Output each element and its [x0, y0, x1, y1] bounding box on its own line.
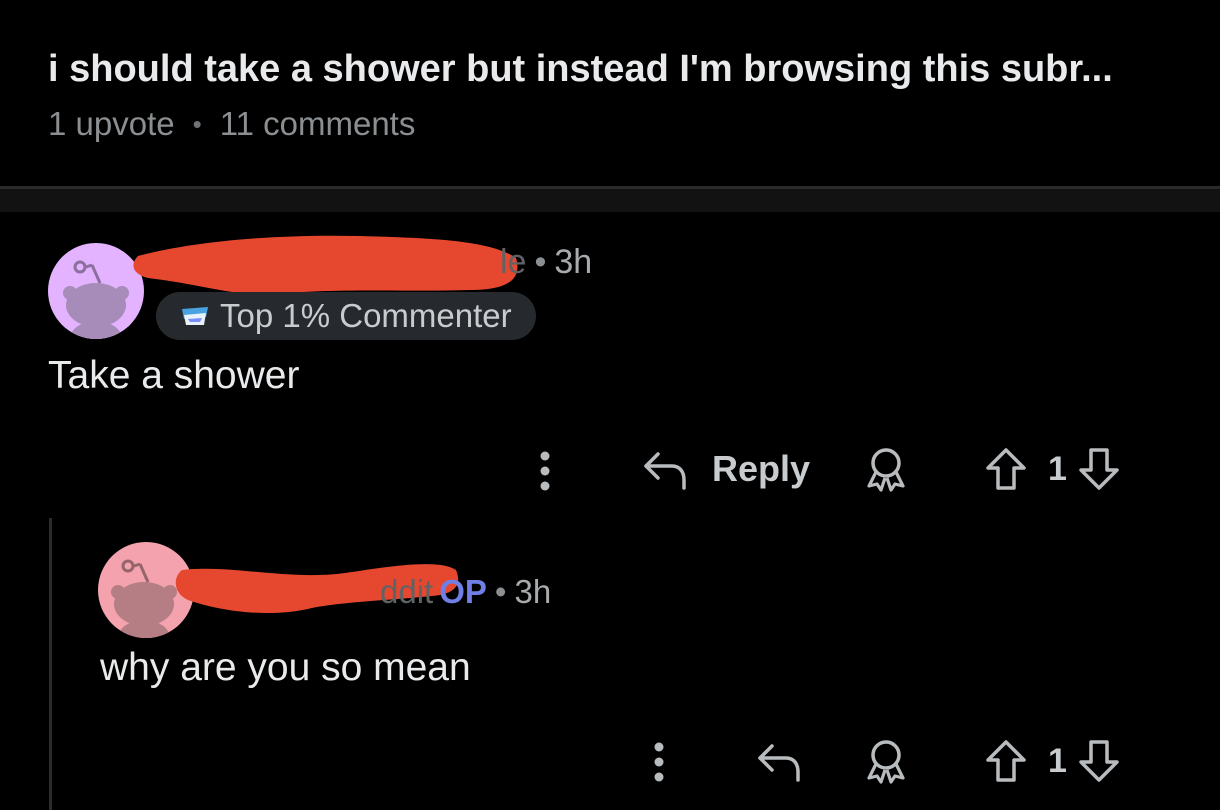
award-button[interactable]: [864, 738, 908, 784]
upvote-count: 1 upvote: [48, 105, 175, 142]
reply-arrow-icon: [758, 744, 800, 782]
downvote-arrow-icon[interactable]: [1077, 446, 1121, 492]
award-icon: [867, 448, 905, 492]
username-fragment[interactable]: ddit: [380, 573, 433, 610]
post-title[interactable]: i should take a shower but instead I'm b…: [48, 48, 1113, 91]
user-flair: Top 1% Commenter: [156, 292, 536, 340]
meta-separator: •: [534, 243, 547, 281]
thread-indent-line[interactable]: [49, 518, 52, 810]
username-meta: ddit OP • 3h: [380, 573, 551, 611]
flair-label: Top 1% Commenter: [220, 297, 512, 334]
username-meta: le • 3h: [500, 243, 592, 282]
upvote-arrow-icon[interactable]: [984, 738, 1028, 784]
comment-count[interactable]: 11 comments: [220, 105, 416, 143]
flair-badge-icon: [178, 301, 212, 331]
reply-arrow-icon: [644, 452, 686, 490]
post-comments-screen: i should take a shower but instead I'm b…: [0, 0, 1220, 810]
comment-timestamp: 3h: [554, 243, 593, 281]
section-divider-band: [0, 189, 1220, 212]
more-options-button[interactable]: [536, 450, 554, 492]
post-header: i should take a shower but instead I'm b…: [0, 0, 1220, 188]
vertical-dots-icon: [654, 742, 664, 782]
comment-body: Take a shower: [48, 354, 300, 397]
meta-separator: •: [494, 573, 507, 610]
comment-timestamp: 3h: [514, 573, 552, 610]
vote-controls: 1: [984, 446, 1121, 492]
more-options-button[interactable]: [650, 741, 668, 783]
upvote-arrow-icon[interactable]: [984, 446, 1028, 492]
username-redaction: [133, 235, 518, 295]
reply-button[interactable]: [756, 740, 802, 782]
post-meta: 1 upvote • 11 comments: [48, 105, 415, 143]
comment-body: why are you so mean: [100, 646, 471, 689]
reply-label: Reply: [712, 448, 811, 489]
op-tag: OP: [439, 573, 487, 610]
vertical-dots-icon: [540, 451, 550, 491]
vote-controls: 1: [984, 738, 1121, 784]
downvote-arrow-icon[interactable]: [1077, 738, 1121, 784]
award-button[interactable]: [864, 446, 908, 492]
reply-button[interactable]: Reply: [642, 448, 810, 490]
vote-count: 1: [1048, 741, 1067, 780]
meta-separator: •: [192, 108, 202, 139]
vote-count: 1: [1048, 449, 1067, 488]
username-fragment[interactable]: le: [500, 243, 526, 281]
award-icon: [867, 740, 905, 784]
